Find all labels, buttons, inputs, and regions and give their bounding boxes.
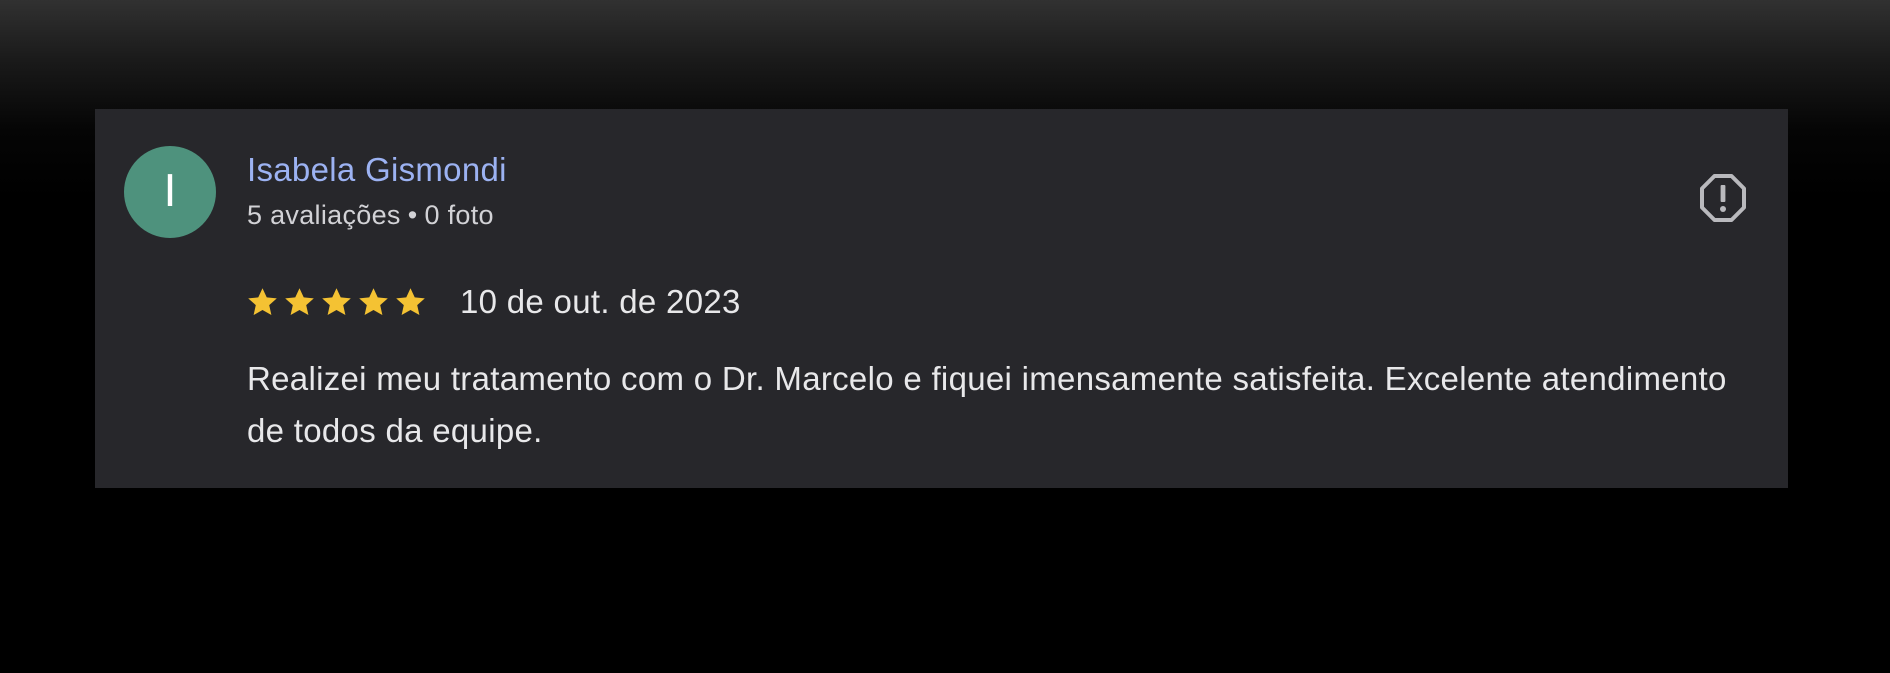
photos-count: 0 foto [424,200,494,230]
report-octagon-icon [1700,174,1746,222]
report-review-button[interactable] [1697,172,1749,224]
star-filled-icon [285,287,314,315]
review-text: Realizei meu tratamento com o Dr. Marcel… [247,360,1727,449]
review-date: 10 de out. de 2023 [460,283,741,320]
reviewer-meta: 5 avaliações • 0 foto [247,200,494,231]
rating-row: 10 de out. de 2023 [245,282,741,322]
star-filled-icon [359,287,388,315]
reviews-count: 5 avaliações [247,200,401,230]
star-filled-icon [396,287,425,315]
reviewer-name[interactable]: Isabela Gismondi [247,151,507,189]
meta-separator: • [407,200,418,230]
star-filled-icon [248,287,277,315]
star-rating [245,285,428,320]
star-filled-icon [322,287,351,315]
avatar[interactable]: I [124,146,216,238]
review-card: I Isabela Gismondi 5 avaliações • 0 foto 1… [95,109,1788,488]
